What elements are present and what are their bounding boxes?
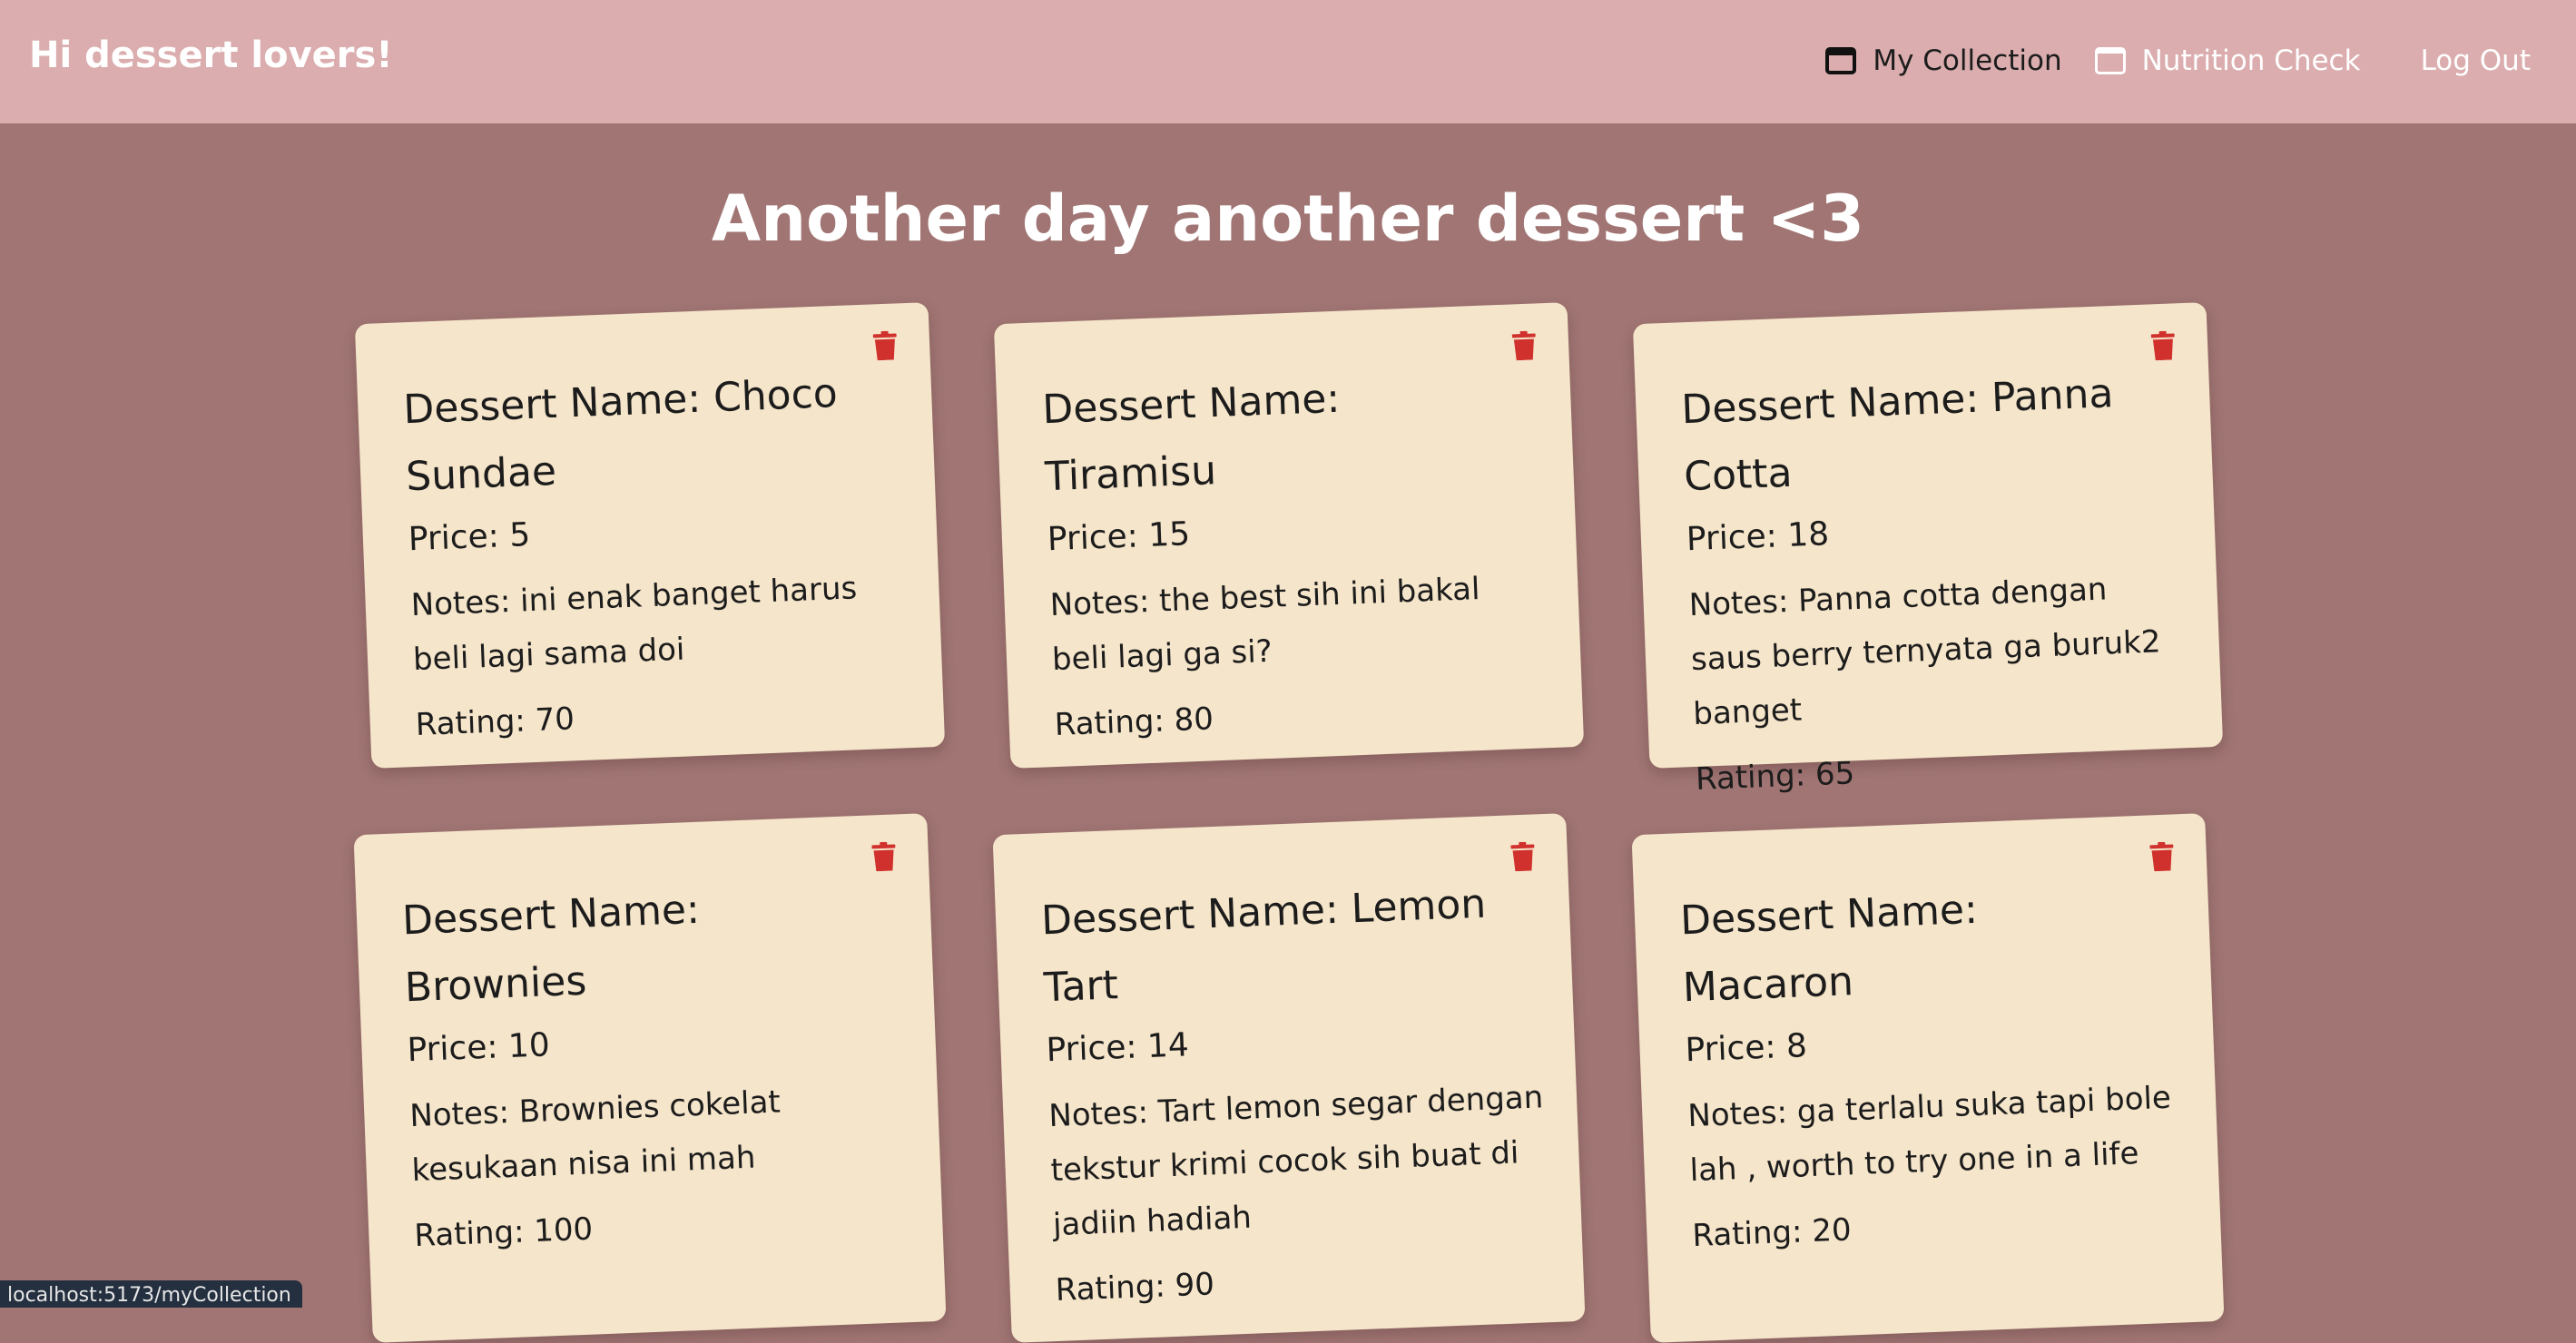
trash-icon[interactable] xyxy=(2149,841,2174,871)
dessert-name: Dessert Name: Tiramisu xyxy=(1041,359,1505,511)
nav-menu: My Collection Nutrition Check Log Out xyxy=(1825,34,2531,87)
nav-my-collection-label: My Collection xyxy=(1873,44,2061,77)
trash-icon[interactable] xyxy=(873,330,898,360)
window-icon xyxy=(1825,47,1856,74)
dessert-rating: Rating: 90 xyxy=(1055,1244,1552,1318)
dessert-rating: Rating: 20 xyxy=(1691,1190,2188,1263)
dessert-notes: Notes: the best sih ini bakal beli lagi … xyxy=(1049,559,1549,687)
top-navbar: Hi dessert lovers! My Collection Nutriti… xyxy=(0,0,2576,123)
dessert-rating: Rating: 100 xyxy=(413,1190,910,1263)
dessert-price: Price: 10 xyxy=(407,1010,903,1073)
dessert-card: Dessert Name: Macaron Price: 8 Notes: ga… xyxy=(1631,813,2224,1343)
dessert-name: Dessert Name: Choco Sundae xyxy=(402,359,866,511)
dessert-name: Dessert Name: Lemon Tart xyxy=(1040,870,1504,1022)
dessert-rating: Rating: 70 xyxy=(415,679,912,752)
dessert-price: Price: 8 xyxy=(1685,1010,2181,1073)
trash-icon[interactable] xyxy=(1512,330,1537,360)
nav-my-collection[interactable]: My Collection xyxy=(1825,44,2061,77)
dessert-card: Dessert Name: Choco Sundae Price: 5 Note… xyxy=(355,302,945,769)
trash-icon[interactable] xyxy=(2151,330,2176,360)
dessert-notes: Notes: Brownies cokelat kesukaan nisa in… xyxy=(408,1070,908,1198)
logout-label: Log Out xyxy=(2421,44,2531,77)
dessert-price: Price: 15 xyxy=(1047,499,1543,562)
dessert-price: Price: 18 xyxy=(1686,499,2182,562)
dessert-name: Dessert Name: Brownies xyxy=(401,870,865,1022)
dessert-price: Price: 5 xyxy=(408,499,904,562)
dessert-name: Dessert Name: Macaron xyxy=(1679,870,2143,1022)
dessert-card: Dessert Name: Panna Cotta Price: 18 Note… xyxy=(1633,302,2223,769)
dessert-card: Dessert Name: Brownies Price: 10 Notes: … xyxy=(353,813,946,1343)
dessert-rating: Rating: 65 xyxy=(1695,733,2192,807)
dessert-card: Dessert Name: Lemon Tart Price: 14 Notes… xyxy=(992,813,1585,1343)
status-bar-url: localhost:5173/myCollection xyxy=(0,1280,302,1308)
dessert-notes: Notes: ini enak banget harus beli lagi s… xyxy=(410,559,909,687)
dessert-notes: Notes: Panna cotta dengan saus berry ter… xyxy=(1688,559,2190,741)
dessert-name: Dessert Name: Panna Cotta xyxy=(1680,359,2144,511)
nav-nutrition-check-label: Nutrition Check xyxy=(2142,44,2361,77)
page-title: Another day another dessert <3 xyxy=(0,181,2576,256)
nav-nutrition-check[interactable]: Nutrition Check xyxy=(2095,44,2361,77)
dessert-notes: Notes: ga terlalu suka tapi bole lah , w… xyxy=(1686,1070,2186,1198)
dessert-card: Dessert Name: Tiramisu Price: 15 Notes: … xyxy=(994,302,1584,769)
trash-icon[interactable] xyxy=(1510,841,1535,871)
dessert-price: Price: 14 xyxy=(1046,1010,1542,1073)
trash-icon[interactable] xyxy=(871,841,896,871)
dessert-rating: Rating: 80 xyxy=(1054,679,1551,752)
logout-button[interactable]: Log Out xyxy=(2421,44,2531,77)
dessert-notes: Notes: Tart lemon segar dengan tekstur k… xyxy=(1047,1070,1549,1252)
window-icon xyxy=(2095,47,2126,74)
brand-title: Hi dessert lovers! xyxy=(29,34,393,76)
